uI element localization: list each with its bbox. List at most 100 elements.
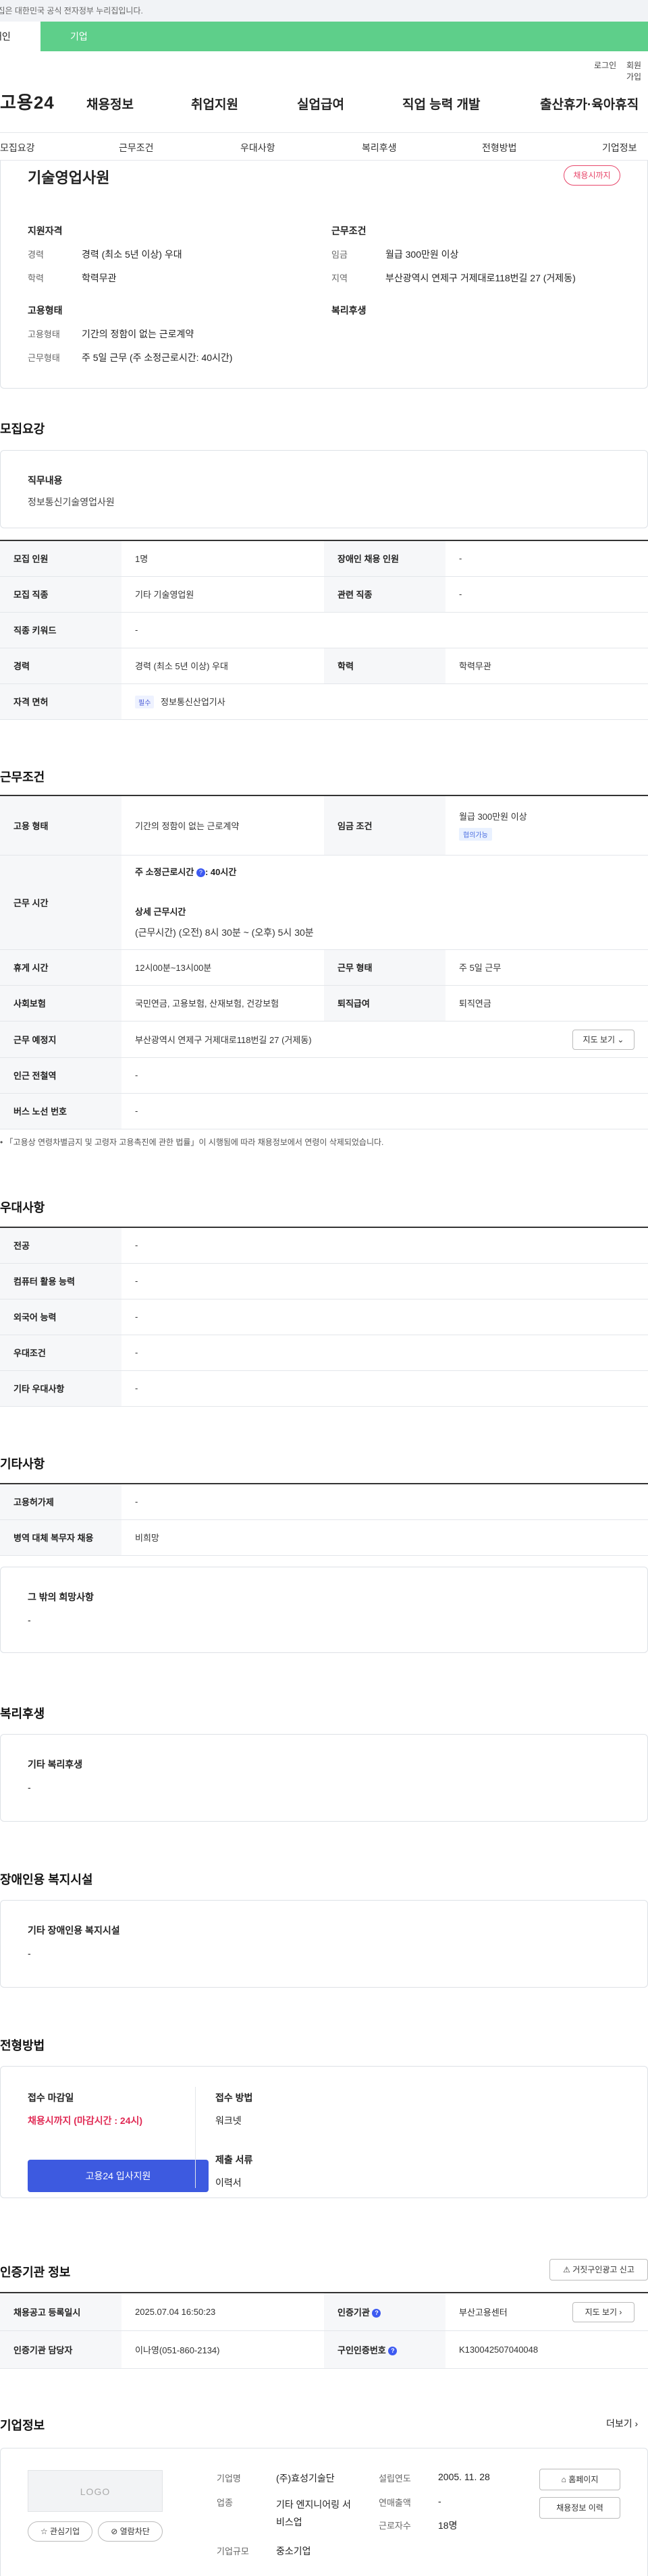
table-row: 고용허가제 - <box>0 1484 648 1520</box>
license-label: 자격 면허 <box>0 683 122 720</box>
gnb-jobs[interactable]: 채용정보 <box>86 94 134 113</box>
pref-cond-label: 우대조건 <box>0 1335 122 1371</box>
info-icon[interactable]: ? <box>196 868 205 878</box>
pref-etc-label: 기타 우대사항 <box>0 1370 122 1407</box>
foreign-label: 고용허가제 <box>0 1484 122 1520</box>
form-value: 주 5일 근무 <box>446 949 648 986</box>
login-link[interactable]: 로그인 <box>594 59 616 71</box>
cert-id-label-cell: 구인인증번호 ? <box>324 2330 446 2369</box>
tab-welfare[interactable]: 복리후생 <box>362 141 397 155</box>
table-row: 모집 직종 기타 기술영업원 관련 직종 - <box>0 576 648 613</box>
gnb-unemployment-benefit[interactable]: 실업급여 <box>297 94 344 113</box>
wage-cond-label: 임금 조건 <box>324 795 446 856</box>
headcount-value: 1명 <box>122 540 324 577</box>
emp-type-label: 고용형태 <box>28 329 60 339</box>
disabled-label: 장애인 채용 인원 <box>324 540 446 577</box>
siren-icon: ⚠ <box>563 2265 570 2274</box>
map-button[interactable]: 지도 보기 ⌄ <box>572 1029 634 1050</box>
tab-work[interactable]: 근무조건 <box>119 141 154 155</box>
tab-company[interactable]: 기업정보 <box>602 141 637 155</box>
facility-sub: 기타 장애인용 복지시설 <box>28 1925 120 1936</box>
table-row: 컴퓨터 활용 능력 - <box>0 1263 648 1299</box>
headcount-label: 모집 인원 <box>0 540 122 577</box>
chevron-right-icon: › <box>619 2307 622 2317</box>
info-icon[interactable]: ? <box>388 2346 398 2355</box>
region-label: 지역 <box>331 273 348 283</box>
org-map-button[interactable]: 지도 보기 › <box>572 2302 634 2322</box>
language-label: 외국어 능력 <box>0 1299 122 1335</box>
work-type-value: 주 5일 근무 (주 소정근로시간: 40시간) <box>82 352 233 363</box>
hours-detail-value: (근무시간) (오전) 8시 30분 ~ (오후) 5시 30분 <box>135 927 314 938</box>
table-row: 자격 면허 필수 정보통신산업기사 <box>0 683 648 720</box>
company-name-value: (주)효성기술단 <box>276 2473 335 2484</box>
break-value: 12시00분~13시00분 <box>122 949 324 986</box>
history-button[interactable]: 채용정보 이력 <box>539 2497 620 2519</box>
keyword-label: 직종 키워드 <box>0 612 122 648</box>
more-link[interactable]: 더보기 › <box>606 2417 638 2430</box>
method-label: 접수 방법 <box>215 2092 253 2103</box>
table-row: 고용 형태 기간의 정함이 없는 근로계약 임금 조건 월급 300만원 이상 … <box>0 795 648 856</box>
job-title: 기술영업사원 <box>28 169 110 186</box>
job-value: 기타 기술영업원 <box>122 576 324 613</box>
pref-heading: 우대사항 <box>0 1201 45 1214</box>
manager-value: 이나영(051-860-2134) <box>122 2330 324 2369</box>
industry-value: 기타 엔지니어링 서비스업 <box>276 2499 351 2527</box>
join-link[interactable]: 회원가입 <box>626 59 648 82</box>
duty-card: 직무내용 정보통신기술영업사원 <box>0 450 648 528</box>
condition-heading: 근무조건 <box>331 225 367 236</box>
company-logo: LOGO <box>28 2470 163 2512</box>
table-row: 사회보험 국민연금, 고용보험, 산재보험, 건강보험 퇴직급여 퇴직연금 <box>0 985 648 1021</box>
gnb-employment-support[interactable]: 취업지원 <box>191 94 238 113</box>
table-row: 병역 대체 복무자 채용 비희망 <box>0 1519 648 1556</box>
switch-personal[interactable]: 개인 <box>0 22 40 51</box>
welfare-sub: 기타 복리후생 <box>28 1759 83 1770</box>
related-job-label: 관련 직종 <box>324 576 446 613</box>
report-button[interactable]: ⚠ 거짓구인광고 신고 <box>549 2259 648 2280</box>
size-label: 기업규모 <box>217 2546 249 2556</box>
founded-label: 설립연도 <box>379 2473 411 2484</box>
company-heading: 기업정보 <box>0 2419 45 2432</box>
duty-value: 정보통신기술영업사원 <box>28 497 115 507</box>
subway-value: - <box>122 1057 648 1094</box>
major-value: - <box>122 1227 648 1264</box>
homepage-button[interactable]: ⌂ 홈페이지 <box>539 2469 620 2490</box>
related-job-value: - <box>446 576 648 613</box>
switch-company[interactable]: 기업 <box>70 22 88 51</box>
block-view-button[interactable]: ⊘ 열람차단 <box>98 2521 163 2542</box>
work-heading: 근무조건 <box>0 771 45 784</box>
tab-process[interactable]: 전형방법 <box>482 141 517 155</box>
tab-preference[interactable]: 우대사항 <box>240 141 275 155</box>
gov-notice-text: 이 누리집은 대한민국 공식 전자정부 누리집입니다. <box>0 6 143 16</box>
apply-button[interactable]: 고용24 입사지원 <box>28 2160 209 2192</box>
retire-value: 퇴직연금 <box>446 985 648 1021</box>
region-value: 부산광역시 연제구 거제대로118번길 27 (거제동) <box>385 273 576 283</box>
fav-company-button[interactable]: ☆ 관심기업 <box>28 2521 92 2542</box>
user-type-switch: 개인 기업 <box>0 22 648 51</box>
org-cell: 부산고용센터 지도 보기 › <box>446 2293 648 2331</box>
tab-recruit[interactable]: 모집요강 <box>0 141 35 155</box>
keyword-value: - <box>122 612 648 648</box>
insurance-label: 사회보험 <box>0 985 122 1021</box>
license-cell: 필수 정보통신산업기사 <box>122 683 648 720</box>
table-row: 경력 경력 (최소 5년 이상) 우대 학력 학력무관 <box>0 648 648 684</box>
insurance-value: 국민연금, 고용보험, 산재보험, 건강보험 <box>122 985 324 1021</box>
table-row: 인근 전철역 - <box>0 1057 648 1094</box>
qualification-heading: 지원자격 <box>28 225 63 236</box>
docs-value: 이력서 <box>215 2177 242 2188</box>
table-row: 기타 우대사항 - <box>0 1370 648 1407</box>
info-icon[interactable]: ? <box>372 2308 381 2318</box>
etc-table: 고용허가제 - 병역 대체 복무자 채용 비희망 <box>0 1483 648 1556</box>
site-logo[interactable]: 고용24 <box>0 89 55 114</box>
employment-heading: 고용형태 <box>28 305 63 316</box>
gnb-vocational-training[interactable]: 직업 능력 개발 <box>402 94 480 113</box>
bus-value: - <box>122 1093 648 1129</box>
table-row: 채용공고 등록일시 2025.07.04 16:50:23 인증기관 ? 부산고… <box>0 2293 648 2331</box>
subway-label: 인근 전철역 <box>0 1057 122 1094</box>
career-value: 경력 (최소 5년 이상) 우대 <box>82 249 182 260</box>
agency-table: 채용공고 등록일시 2025.07.04 16:50:23 인증기관 ? 부산고… <box>0 2292 648 2369</box>
table-row: 근무 시간 주 소정근로시간 ?: 40시간 상세 근무시간 (근무시간) (오… <box>0 855 648 950</box>
hours-week-label: 주 소정근로시간 <box>135 867 194 877</box>
gnb-parental-leave[interactable]: 출산휴가·육아휴직 <box>540 94 639 113</box>
duty-heading: 직무내용 <box>28 475 63 486</box>
table-row: 휴게 시간 12시00분~13시00분 근무 형태 주 5일 근무 <box>0 949 648 986</box>
